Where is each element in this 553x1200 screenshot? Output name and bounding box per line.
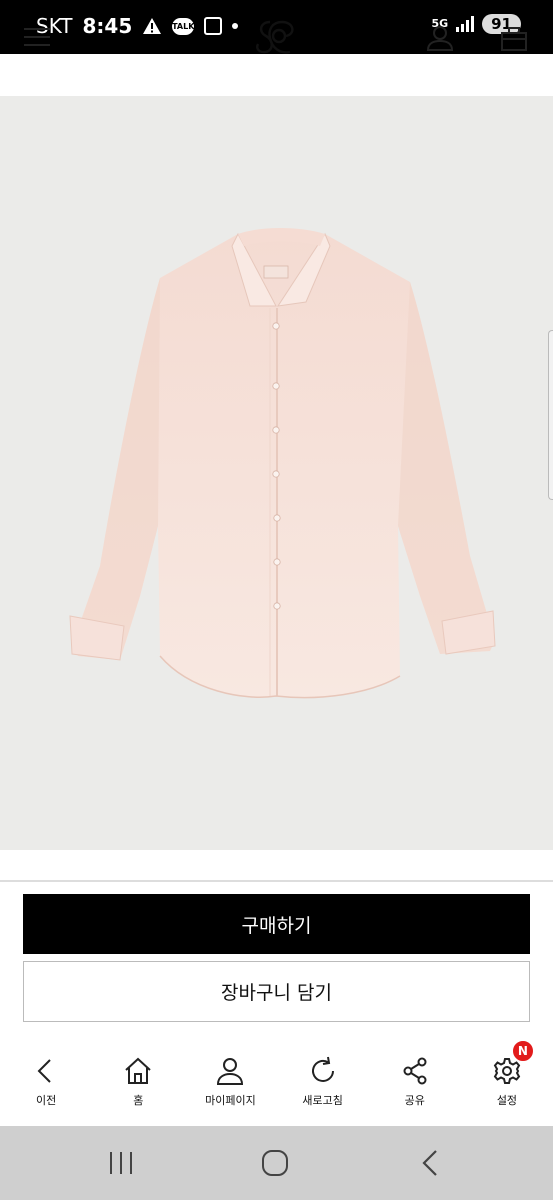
toolbar-mypage-label: 마이페이지 xyxy=(205,1094,256,1107)
refresh-icon xyxy=(311,1056,334,1082)
buy-button[interactable]: 구매하기 xyxy=(23,894,530,954)
toolbar-share[interactable]: 공유 xyxy=(369,1040,461,1126)
pink-shirt-photo xyxy=(69,228,496,699)
home-icon xyxy=(125,1057,151,1084)
warning-icon xyxy=(142,17,162,35)
dot-icon xyxy=(232,23,239,29)
toolbar-home[interactable]: 홈 xyxy=(92,1040,184,1126)
new-badge: N xyxy=(511,1040,534,1062)
share-icon xyxy=(403,1057,427,1085)
product-image[interactable] xyxy=(0,96,553,850)
back-chevron-icon[interactable] xyxy=(414,1148,448,1178)
divider xyxy=(0,880,553,882)
scroll-handle[interactable] xyxy=(548,330,553,500)
toolbar-settings[interactable]: N 설정 xyxy=(461,1040,553,1126)
clock: 8:45 xyxy=(82,14,133,38)
brand-logo[interactable] xyxy=(252,16,302,58)
toolbar-settings-label: 설정 xyxy=(496,1094,518,1107)
toolbar-home-label: 홈 xyxy=(133,1094,144,1107)
toolbar-mypage[interactable]: 마이페이지 xyxy=(184,1040,276,1126)
toolbar-refresh-label: 새로고침 xyxy=(302,1094,343,1107)
kakaotalk-icon: TALK xyxy=(172,17,194,35)
user-icon[interactable] xyxy=(426,24,454,52)
menu-icon[interactable] xyxy=(24,28,50,48)
status-left: SKT 8:45 TALK xyxy=(36,14,239,38)
toolbar-share-label: 공유 xyxy=(404,1094,425,1107)
person-icon xyxy=(217,1058,244,1085)
back-icon xyxy=(37,1059,51,1083)
shopping-bag-icon[interactable] xyxy=(500,24,528,52)
toolbar-back-label: 이전 xyxy=(35,1094,57,1107)
add-to-cart-button[interactable]: 장바구니 담기 xyxy=(23,961,530,1022)
android-nav-bar xyxy=(0,1126,553,1200)
app-header xyxy=(0,54,553,96)
screenshot-icon xyxy=(204,17,223,35)
toolbar-back[interactable]: 이전 xyxy=(0,1040,92,1126)
toolbar-refresh[interactable]: 새로고침 xyxy=(277,1040,369,1126)
bottom-toolbar: 이전 홈 마이페이지 새로고침 공유 N 설정 xyxy=(0,1040,553,1126)
recent-apps-icon[interactable] xyxy=(104,1148,138,1178)
signal-icon xyxy=(456,16,475,32)
home-circle-icon[interactable] xyxy=(258,1148,292,1178)
